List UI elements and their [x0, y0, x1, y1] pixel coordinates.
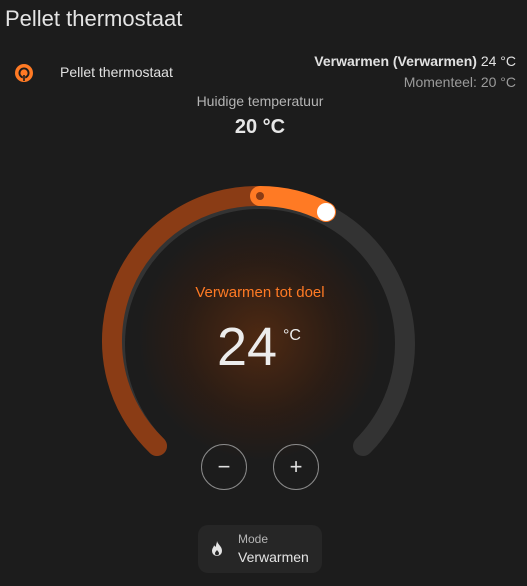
entity-state: Verwarmen (Verwarmen) 24 °C: [314, 53, 516, 69]
entity-target-temp: 24 °C: [480, 53, 516, 69]
mode-label: Mode: [238, 532, 269, 546]
entity-current-temp: Momenteel: 20 °C: [403, 74, 516, 90]
entity-hvac-action: Verwarmen (Verwarmen): [314, 53, 477, 69]
current-temp-value: 20 °C: [234, 116, 286, 138]
current-temp-label: Huidige temperatuur: [196, 93, 324, 109]
entity-name: Pellet thermostaat: [60, 64, 173, 80]
minus-icon: −: [217, 454, 231, 479]
plus-icon: +: [289, 454, 303, 479]
thermostat-icon: [13, 62, 35, 84]
decrease-button[interactable]: −: [201, 444, 247, 490]
current-temp-marker: [256, 192, 264, 200]
flame-icon: [210, 541, 224, 557]
increase-button[interactable]: +: [273, 444, 319, 490]
thermostat-card: Pellet thermostaat Verwarmen (Verwarmen)…: [0, 44, 527, 586]
target-temperature: 24: [217, 317, 278, 377]
dial-active-range: [250, 186, 336, 222]
mode-value: Verwarmen: [238, 549, 309, 565]
mode-selector[interactable]: Mode Verwarmen: [198, 525, 322, 573]
target-handle[interactable]: [317, 203, 335, 221]
dial-action-label: Verwarmen tot doel: [195, 284, 325, 301]
target-unit: °C: [283, 327, 301, 344]
page-title: Pellet thermostaat: [5, 6, 183, 31]
